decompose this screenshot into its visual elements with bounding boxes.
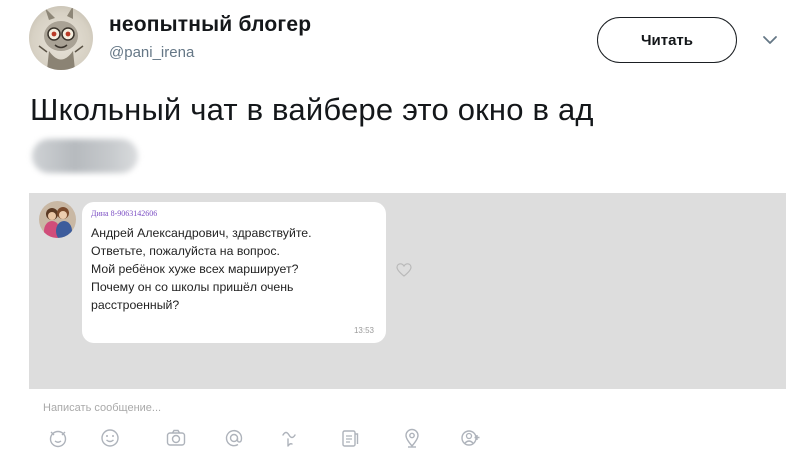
follow-button[interactable]: Читать xyxy=(597,17,737,63)
like-heart-icon[interactable] xyxy=(396,262,412,278)
sender-avatar[interactable] xyxy=(39,201,76,238)
sender-photo xyxy=(39,201,76,238)
message-time: 13:53 xyxy=(353,326,374,335)
message-text: Андрей Александрович, здравствуйте. Отве… xyxy=(91,226,312,312)
gif-icon[interactable] xyxy=(339,427,361,449)
chevron-down-icon[interactable] xyxy=(760,30,780,50)
avatar[interactable] xyxy=(29,6,93,70)
tweet-text: Школьный чат в вайбере это окно в ад xyxy=(30,92,594,127)
composer xyxy=(29,389,786,459)
message-bubble[interactable]: Дина 8-9063142606 Андрей Александрович, … xyxy=(82,202,386,343)
sender-name[interactable]: Дина 8-9063142606 xyxy=(91,209,157,218)
camera-icon[interactable] xyxy=(165,427,187,449)
location-icon[interactable] xyxy=(401,427,423,449)
author-name[interactable]: неопытный блогер xyxy=(109,13,311,37)
blurred-text xyxy=(32,139,138,173)
chat-area: Дина 8-9063142606 Андрей Александрович, … xyxy=(29,193,786,389)
message-input[interactable] xyxy=(43,397,563,419)
doodle-icon[interactable] xyxy=(279,427,301,449)
attached-screenshot[interactable]: Дина 8-9063142606 Андрей Александрович, … xyxy=(29,193,786,459)
creature-illustration xyxy=(38,6,84,70)
author-handle[interactable]: @pani_irena xyxy=(109,44,194,61)
emoji-icon[interactable] xyxy=(99,427,121,449)
mention-icon[interactable] xyxy=(223,427,245,449)
sticker-icon[interactable] xyxy=(47,427,69,449)
tweet-header: неопытный блогер @pani_irena Читать xyxy=(0,0,807,84)
add-contact-icon[interactable] xyxy=(459,427,481,449)
